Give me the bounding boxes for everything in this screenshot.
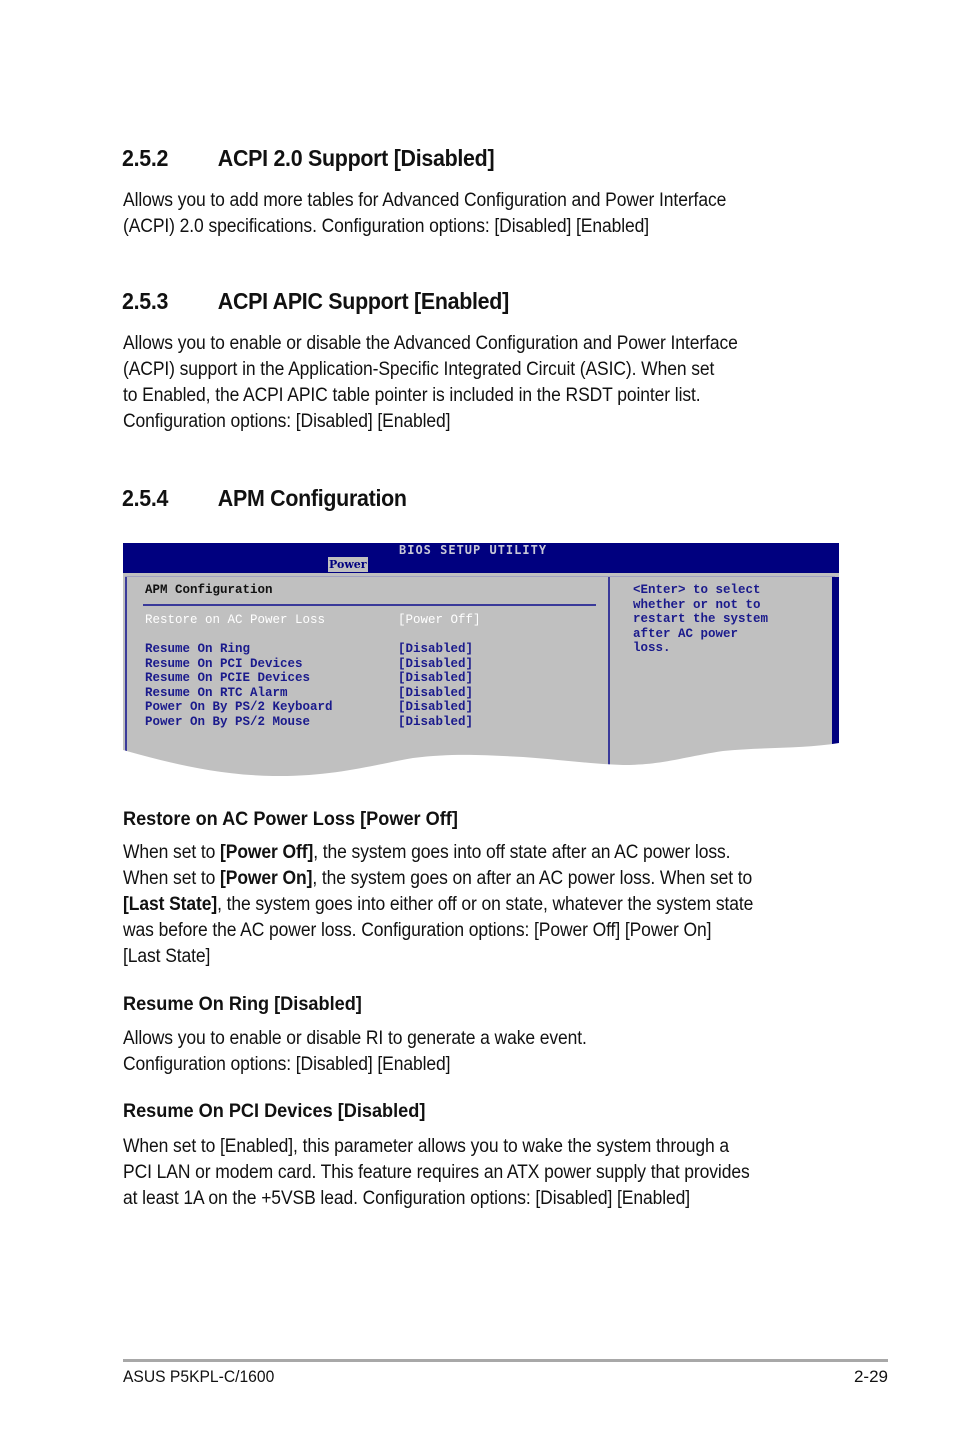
subsection-heading-resume-ring: Resume On Ring [Disabled]	[123, 993, 362, 1015]
subsection-heading-resume-pci: Resume On PCI Devices [Disabled]	[123, 1100, 426, 1122]
subsection-resume-pci-text: When set to [Enabled], this parameter al…	[123, 1136, 750, 1209]
footer-rule	[123, 1359, 888, 1362]
bios-screenshot: BIOS SETUP UTILITY Power APM Configurati…	[123, 543, 839, 783]
footer-model: ASUS P5KPL-C/1600	[123, 1367, 275, 1386]
subsection-resume-ring-text: Allows you to enable or disable RI to ge…	[123, 1028, 587, 1075]
section-2-5-3-text: Allows you to enable or disable the Adva…	[123, 333, 738, 432]
footer-page-number: 2-29	[853, 1367, 888, 1386]
torn-edge	[123, 743, 839, 783]
section-heading-2-5-3: 2.5.3 ACPI APIC Support [Enabled]	[122, 288, 509, 314]
subsection-restore-ac-text: When set to [Power Off], the system goes…	[123, 842, 754, 967]
section-heading-2-5-2: 2.5.2 ACPI 2.0 Support [Disabled]	[122, 145, 495, 171]
section-heading-2-5-4: 2.5.4 APM Configuration	[122, 485, 407, 511]
subsection-heading-restore-ac: Restore on AC Power Loss [Power Off]	[123, 808, 458, 830]
section-2-5-2-text: Allows you to add more tables for Advanc…	[123, 190, 727, 237]
